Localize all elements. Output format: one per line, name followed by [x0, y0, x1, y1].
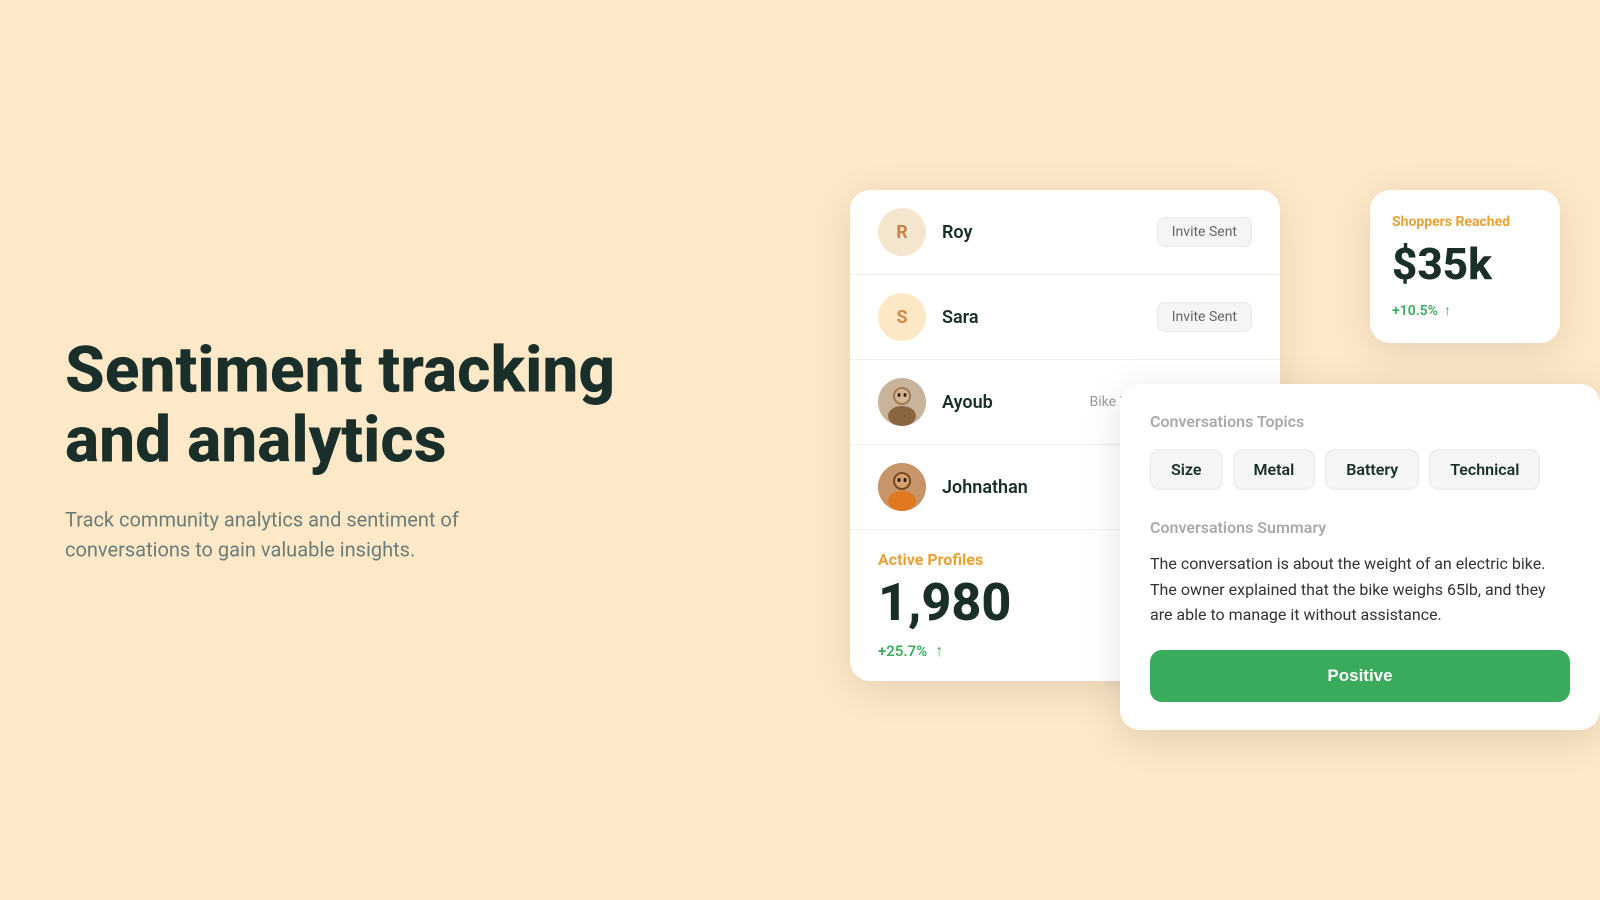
summary-text: The conversation is about the weight of … [1150, 551, 1570, 628]
summary-section-title: Conversations Summary [1150, 518, 1570, 537]
ui-cards-container: R Roy Invite Sent S Sara Invite Sent [850, 170, 1600, 730]
growth-value: +25.7% [878, 642, 927, 660]
topic-battery: Battery [1325, 449, 1419, 490]
main-title: Sentiment tracking and analytics [65, 336, 615, 477]
name-roy: Roy [942, 222, 1141, 243]
subtitle: Track community analytics and sentiment … [65, 504, 545, 564]
shoppers-up-arrow-icon: ↑ [1444, 302, 1451, 319]
shoppers-label: Shoppers Reached [1392, 214, 1538, 230]
name-sara: Sara [942, 307, 1141, 328]
topics-section-title: Conversations Topics [1150, 412, 1570, 431]
up-arrow-icon: ↑ [935, 641, 943, 661]
topic-metal: Metal [1233, 449, 1316, 490]
shoppers-value: $35k [1392, 238, 1538, 290]
shoppers-growth: +10.5% ↑ [1392, 302, 1538, 319]
avatar-letter-roy: R [896, 222, 908, 243]
shoppers-growth-value: +10.5% [1392, 303, 1438, 319]
profile-row-roy: R Roy Invite Sent [850, 190, 1280, 275]
avatar-roy: R [878, 208, 926, 256]
hero-section: Sentiment tracking and analytics Track c… [65, 336, 615, 565]
avatar-johnathan [878, 463, 926, 511]
topic-technical: Technical [1429, 449, 1540, 490]
avatar-ayoub [878, 378, 926, 426]
invite-badge-sara: Invite Sent [1157, 302, 1252, 332]
sentiment-button[interactable]: Positive [1150, 650, 1570, 702]
title-line1: Sentiment tracking [65, 333, 615, 408]
avatar-sara: S [878, 293, 926, 341]
topics-row: Size Metal Battery Technical [1150, 449, 1570, 490]
name-ayoub: Ayoub [942, 392, 1074, 413]
topic-size: Size [1150, 449, 1223, 490]
shoppers-card: Shoppers Reached $35k +10.5% ↑ [1370, 190, 1560, 343]
avatar-letter-sara: S [896, 307, 907, 328]
invite-badge-roy: Invite Sent [1157, 217, 1252, 247]
conversations-card: Conversations Topics Size Metal Battery … [1120, 384, 1600, 730]
title-line2: and analytics [65, 403, 447, 478]
profile-row-sara: S Sara Invite Sent [850, 275, 1280, 360]
